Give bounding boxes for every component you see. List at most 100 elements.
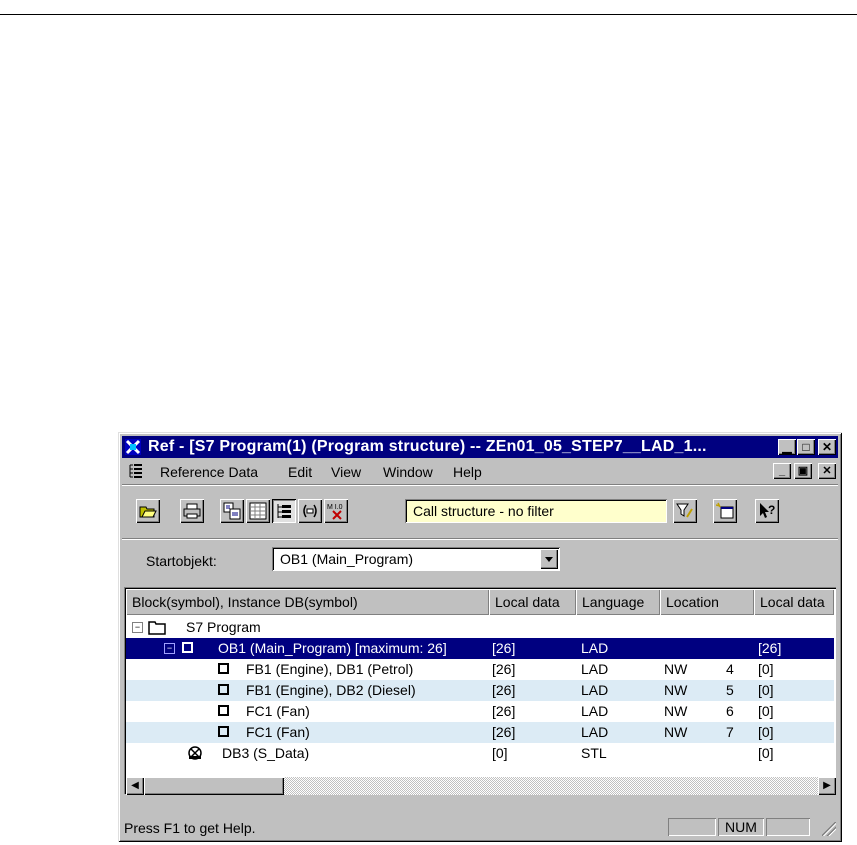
filter-display: Call structure - no filter	[405, 499, 667, 523]
table-row[interactable]: DB3 (S_Data) [0] STL [0]	[126, 743, 834, 764]
language: LAD	[581, 661, 609, 677]
table-row[interactable]: FC1 (Fan) [26] LAD NW 6 [0]	[126, 701, 834, 722]
new-window-button[interactable]	[713, 499, 737, 523]
column-header-block[interactable]: Block(symbol), Instance DB(symbol)	[126, 589, 489, 615]
unused-symbols-button[interactable]	[298, 499, 322, 523]
column-header-local-data[interactable]: Local data	[489, 589, 576, 615]
column-header-location[interactable]: Location	[660, 589, 754, 615]
block-name: FC1 (Fan)	[246, 703, 310, 719]
doc-minimize-button[interactable]: _	[773, 463, 791, 479]
help-pointer-icon: ?	[760, 503, 775, 518]
block-name: FB1 (Engine), DB1 (Petrol)	[246, 661, 414, 677]
language: LAD	[581, 640, 609, 656]
block-name: DB3 (S_Data)	[222, 745, 310, 761]
cross-reference-icon	[223, 502, 241, 520]
tree-view-icon[interactable]	[128, 463, 144, 479]
local-data-2: [0]	[758, 745, 774, 761]
local-data: [26]	[492, 724, 516, 740]
filter-text: Call structure - no filter	[413, 503, 554, 519]
block-node-icon	[218, 684, 229, 695]
menu-edit[interactable]: Edit	[288, 464, 312, 480]
scroll-right-icon[interactable]: ▶	[818, 777, 836, 795]
combo-dropdown-button[interactable]	[540, 549, 558, 569]
folder-open-icon	[139, 506, 157, 518]
start-object-value: OB1 (Main_Program)	[280, 551, 414, 567]
assignment-list-button[interactable]	[246, 499, 270, 523]
local-data: [26]	[492, 682, 516, 698]
cross-reference-button[interactable]	[220, 499, 244, 523]
location-nw: NW	[664, 682, 688, 698]
title-bar[interactable]: Ref - [S7 Program(1) (Program structure)…	[122, 436, 838, 458]
print-button[interactable]	[180, 499, 204, 523]
context-help-button[interactable]: ?	[755, 499, 779, 523]
block-name: OB1 (Main_Program) [maximum: 26]	[218, 640, 447, 656]
mio-crossed-icon: M I.0	[327, 504, 343, 520]
menu-help[interactable]: Help	[453, 464, 482, 480]
local-data-2: [0]	[758, 703, 774, 719]
status-panel-empty	[668, 818, 716, 836]
grid-icon	[249, 502, 267, 520]
location-nw: NW	[664, 703, 688, 719]
table-row[interactable]: FC1 (Fan) [26] LAD NW 7 [0]	[126, 722, 834, 743]
svg-text:M I.0: M I.0	[327, 504, 343, 511]
local-data: [26]	[492, 703, 516, 719]
local-data: [26]	[492, 661, 516, 677]
status-help-text: Press F1 to get Help.	[124, 820, 256, 836]
filter-funnel-icon	[676, 503, 693, 518]
data-block-icon	[188, 746, 202, 760]
table-header: Block(symbol), Instance DB(symbol) Local…	[126, 589, 834, 615]
printer-icon	[183, 503, 201, 519]
collapse-icon[interactable]: −	[132, 622, 143, 633]
scroll-left-icon[interactable]: ◀	[126, 777, 144, 795]
column-header-local-data-2[interactable]: Local data	[754, 589, 834, 615]
open-button[interactable]	[136, 499, 160, 523]
menu-bar: Reference Data Edit View Window Help _ ▣…	[122, 459, 838, 483]
location-nw: NW	[664, 724, 688, 740]
local-data-2: [0]	[758, 661, 774, 677]
filter-button[interactable]	[673, 499, 697, 523]
reference-data-window: Ref - [S7 Program(1) (Program structure)…	[118, 432, 842, 842]
scroll-thumb[interactable]	[144, 777, 284, 795]
language: STL	[581, 745, 607, 761]
language: LAD	[581, 724, 609, 740]
location-number: 4	[726, 661, 734, 677]
language: LAD	[581, 682, 609, 698]
svg-text:?: ?	[768, 503, 775, 517]
menu-window[interactable]: Window	[383, 464, 433, 480]
resize-grip-icon[interactable]	[822, 822, 836, 836]
status-num-indicator: NUM	[718, 818, 764, 836]
doc-close-button[interactable]: ✕	[818, 463, 836, 479]
horizontal-scrollbar[interactable]: ◀ ▶	[126, 777, 836, 795]
table-row-selected[interactable]: − OB1 (Main_Program) [maximum: 26] [26] …	[126, 638, 834, 659]
doc-restore-button[interactable]: ▣	[794, 463, 812, 479]
table-row[interactable]: FB1 (Engine), DB2 (Diesel) [26] LAD NW 5…	[126, 680, 834, 701]
window-title: Ref - [S7 Program(1) (Program structure)…	[148, 438, 707, 455]
language: LAD	[581, 703, 609, 719]
table-row[interactable]: FB1 (Engine), DB1 (Petrol) [26] LAD NW 4…	[126, 659, 834, 680]
tree-structure-icon	[277, 504, 291, 518]
status-bar: Press F1 to get Help. NUM	[122, 816, 838, 838]
addresses-without-symbol-button[interactable]: M I.0	[324, 499, 348, 523]
page-top-rule	[0, 14, 857, 15]
program-structure-table: Block(symbol), Instance DB(symbol) Local…	[124, 587, 836, 794]
minimize-button[interactable]: ▁	[778, 439, 796, 455]
chevron-down-icon	[545, 557, 553, 562]
local-data-2: [0]	[758, 682, 774, 698]
block-node-icon	[218, 663, 229, 674]
status-panel-empty-2	[766, 818, 810, 836]
new-window-icon	[716, 502, 734, 519]
menu-reference-data[interactable]: Reference Data	[160, 464, 258, 480]
location-number: 7	[726, 724, 734, 740]
block-name: FB1 (Engine), DB2 (Diesel)	[246, 682, 416, 698]
app-icon	[125, 439, 141, 455]
toolbar: M I.0 Call structure - no filter ?	[122, 484, 838, 537]
column-header-language[interactable]: Language	[576, 589, 660, 615]
close-button[interactable]: ✕	[818, 439, 836, 455]
table-row[interactable]: − S7 Program	[126, 617, 834, 638]
collapse-icon[interactable]: −	[164, 643, 175, 654]
maximize-button[interactable]: □	[797, 439, 815, 455]
menu-view[interactable]: View	[331, 464, 361, 480]
start-object-combo[interactable]: OB1 (Main_Program)	[272, 547, 560, 571]
parentheses-icon	[303, 504, 317, 518]
program-structure-button[interactable]	[272, 499, 296, 523]
